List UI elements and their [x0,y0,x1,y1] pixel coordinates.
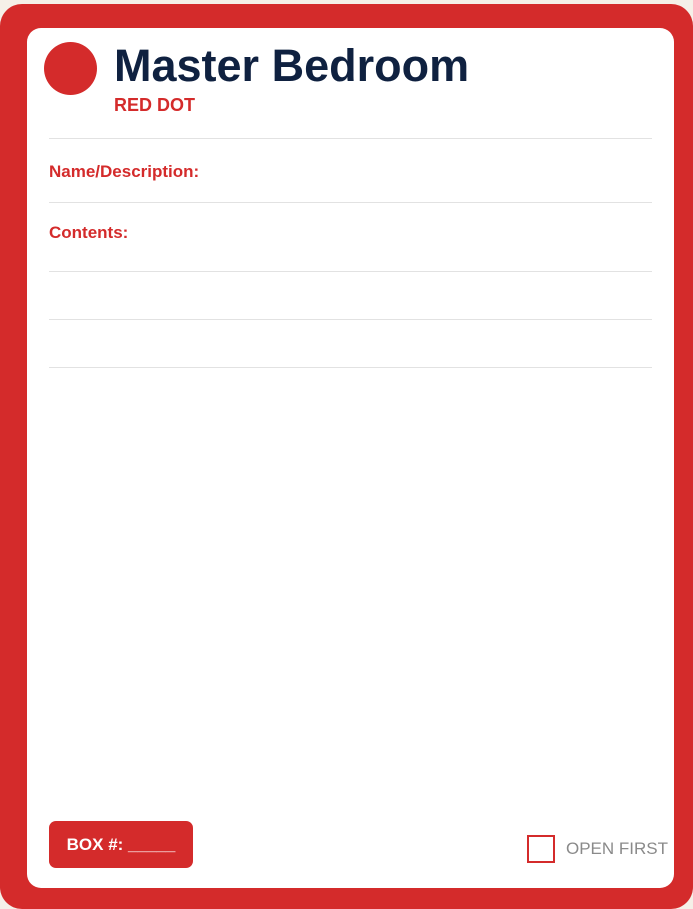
open-first-checkbox[interactable] [527,835,555,863]
contents-line [49,367,652,368]
open-first-label: OPEN FIRST [566,839,669,858]
box-number-badge: BOX #: _____ [49,821,193,868]
room-title: Master Bedroom [114,40,470,91]
red-dot-icon [44,42,97,95]
header-divider [49,138,652,139]
name-description-line [49,202,652,203]
contents-label: Contents: [49,223,129,242]
open-first-option[interactable]: OPEN FIRST [527,833,668,865]
contents-line [49,271,652,272]
contents-line [49,319,652,320]
label-card: Master Bedroom RED DOT Name/Description:… [27,28,674,888]
color-code-label: RED DOT [114,95,195,115]
name-description-label: Name/Description: [49,162,200,181]
moving-box-label: Master Bedroom RED DOT Name/Description:… [0,4,693,909]
